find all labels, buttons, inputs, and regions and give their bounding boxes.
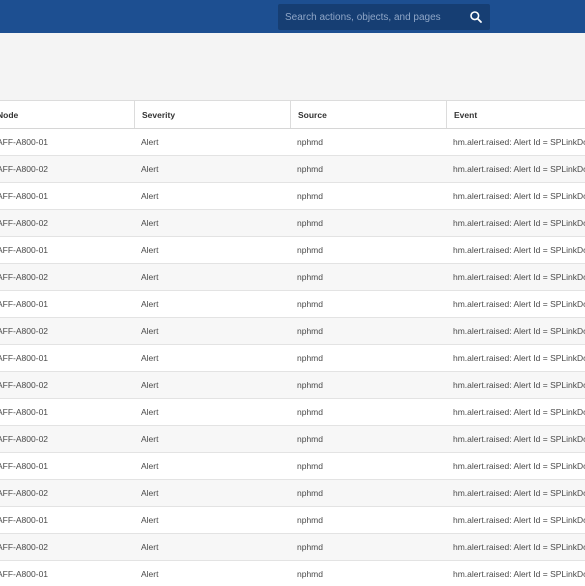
cell-node: AFF-A800-01: [0, 569, 49, 579]
cell-source: nphmd: [297, 191, 323, 201]
cell-severity: Alert: [141, 137, 159, 147]
column-header-event[interactable]: Event: [446, 101, 585, 128]
cell-source: nphmd: [297, 299, 323, 309]
cell-node: AFF-A800-02: [0, 326, 49, 336]
cell-node: AFF-A800-01: [0, 191, 49, 201]
events-table: Node Severity Source Event AFF-A800-01 Al…: [0, 100, 585, 586]
cell-node: AFF-A800-02: [0, 218, 49, 228]
table-row[interactable]: AFF-A800-01 Alert nphmd hm.alert.raised: Al…: [0, 561, 585, 586]
cell-event: hm.alert.raised: Alert Id = SPLinkDown: [453, 299, 585, 309]
cell-source: nphmd: [297, 569, 323, 579]
table-row[interactable]: AFF-A800-02 Alert nphmd hm.alert.raised: Al…: [0, 372, 585, 399]
column-header-severity[interactable]: Severity: [134, 101, 290, 128]
cell-severity: Alert: [141, 326, 159, 336]
cell-node: AFF-A800-01: [0, 461, 49, 471]
column-header-source[interactable]: Source: [290, 101, 446, 128]
table-row[interactable]: AFF-A800-02 Alert nphmd hm.alert.raised: Al…: [0, 264, 585, 291]
cell-severity: Alert: [141, 434, 159, 444]
table-row[interactable]: AFF-A800-01 Alert nphmd hm.alert.raised: Al…: [0, 237, 585, 264]
table-row[interactable]: AFF-A800-01 Alert nphmd hm.alert.raised: Al…: [0, 507, 585, 534]
search-icon[interactable]: [469, 10, 483, 24]
cell-source: nphmd: [297, 380, 323, 390]
cell-severity: Alert: [141, 461, 159, 471]
cell-node: AFF-A800-02: [0, 380, 49, 390]
cell-severity: Alert: [141, 218, 159, 228]
cell-severity: Alert: [141, 272, 159, 282]
table-row[interactable]: AFF-A800-01 Alert nphmd hm.alert.raised: Al…: [0, 291, 585, 318]
cell-node: AFF-A800-02: [0, 488, 49, 498]
cell-source: nphmd: [297, 353, 323, 363]
table-row[interactable]: AFF-A800-01 Alert nphmd hm.alert.raised: Al…: [0, 399, 585, 426]
cell-severity: Alert: [141, 407, 159, 417]
cell-severity: Alert: [141, 515, 159, 525]
cell-node: AFF-A800-02: [0, 164, 49, 174]
table-row[interactable]: AFF-A800-02 Alert nphmd hm.alert.raised: Al…: [0, 318, 585, 345]
cell-node: AFF-A800-02: [0, 434, 49, 444]
cell-node: AFF-A800-01: [0, 515, 49, 525]
cell-severity: Alert: [141, 542, 159, 552]
cell-node: AFF-A800-01: [0, 299, 49, 309]
cell-source: nphmd: [297, 218, 323, 228]
table-row[interactable]: AFF-A800-02 Alert nphmd hm.alert.raised: Al…: [0, 156, 585, 183]
cell-source: nphmd: [297, 515, 323, 525]
cell-event: hm.alert.raised: Alert Id = SPLinkDown: [453, 326, 585, 336]
table-row[interactable]: AFF-A800-02 Alert nphmd hm.alert.raised: Al…: [0, 426, 585, 453]
table-row[interactable]: AFF-A800-01 Alert nphmd hm.alert.raised: Al…: [0, 453, 585, 480]
cell-severity: Alert: [141, 380, 159, 390]
cell-event: hm.alert.raised: Alert Id = SPLinkDown: [453, 353, 585, 363]
table-row[interactable]: AFF-A800-02 Alert nphmd hm.alert.raised: Al…: [0, 534, 585, 561]
column-header-node[interactable]: Node: [0, 101, 134, 128]
cell-node: AFF-A800-02: [0, 272, 49, 282]
cell-event: hm.alert.raised: Alert Id = SPLinkDown: [453, 272, 585, 282]
cell-event: hm.alert.raised: Alert Id = SPLinkDown: [453, 434, 585, 444]
cell-severity: Alert: [141, 569, 159, 579]
cell-event: hm.alert.raised: Alert Id = SPLinkDown: [453, 542, 585, 552]
cell-event: hm.alert.raised: Alert Id = SPLinkDown: [453, 569, 585, 579]
table-header: Node Severity Source Event: [0, 101, 585, 129]
cell-event: hm.alert.raised: Alert Id = SPLinkDown: [453, 515, 585, 525]
cell-event: hm.alert.raised: Alert Id = SPLinkDown: [453, 191, 585, 201]
cell-severity: Alert: [141, 299, 159, 309]
cell-event: hm.alert.raised: Alert Id = SPLinkDown: [453, 164, 585, 174]
cell-event: hm.alert.raised: Alert Id = SPLinkDown: [453, 245, 585, 255]
cell-severity: Alert: [141, 488, 159, 498]
cell-node: AFF-A800-01: [0, 407, 49, 417]
cell-source: nphmd: [297, 137, 323, 147]
table-row[interactable]: AFF-A800-02 Alert nphmd hm.alert.raised: Al…: [0, 210, 585, 237]
cell-source: nphmd: [297, 326, 323, 336]
cell-source: nphmd: [297, 488, 323, 498]
cell-node: AFF-A800-01: [0, 245, 49, 255]
cell-severity: Alert: [141, 191, 159, 201]
global-search[interactable]: [278, 4, 490, 30]
cell-event: hm.alert.raised: Alert Id = SPLinkDown: [453, 488, 585, 498]
table-row[interactable]: AFF-A800-01 Alert nphmd hm.alert.raised: Al…: [0, 129, 585, 156]
cell-node: AFF-A800-02: [0, 542, 49, 552]
table-row[interactable]: AFF-A800-01 Alert nphmd hm.alert.raised: Al…: [0, 183, 585, 210]
cell-source: nphmd: [297, 542, 323, 552]
cell-event: hm.alert.raised: Alert Id = SPLinkDown: [453, 137, 585, 147]
table-row[interactable]: AFF-A800-01 Alert nphmd hm.alert.raised: Al…: [0, 345, 585, 372]
cell-event: hm.alert.raised: Alert Id = SPLinkDown: [453, 218, 585, 228]
table-row[interactable]: AFF-A800-02 Alert nphmd hm.alert.raised: Al…: [0, 480, 585, 507]
cell-event: hm.alert.raised: Alert Id = SPLinkDown: [453, 461, 585, 471]
cell-severity: Alert: [141, 353, 159, 363]
search-input[interactable]: [278, 4, 458, 30]
cell-severity: Alert: [141, 245, 159, 255]
cell-severity: Alert: [141, 164, 159, 174]
cell-event: hm.alert.raised: Alert Id = SPLinkDown: [453, 380, 585, 390]
cell-source: nphmd: [297, 164, 323, 174]
cell-source: nphmd: [297, 272, 323, 282]
cell-node: AFF-A800-01: [0, 137, 49, 147]
cell-source: nphmd: [297, 434, 323, 444]
cell-node: AFF-A800-01: [0, 353, 49, 363]
cell-event: hm.alert.raised: Alert Id = SPLinkDown: [453, 407, 585, 417]
cell-source: nphmd: [297, 461, 323, 471]
cell-source: nphmd: [297, 407, 323, 417]
cell-source: nphmd: [297, 245, 323, 255]
top-navigation-bar: [0, 0, 585, 33]
